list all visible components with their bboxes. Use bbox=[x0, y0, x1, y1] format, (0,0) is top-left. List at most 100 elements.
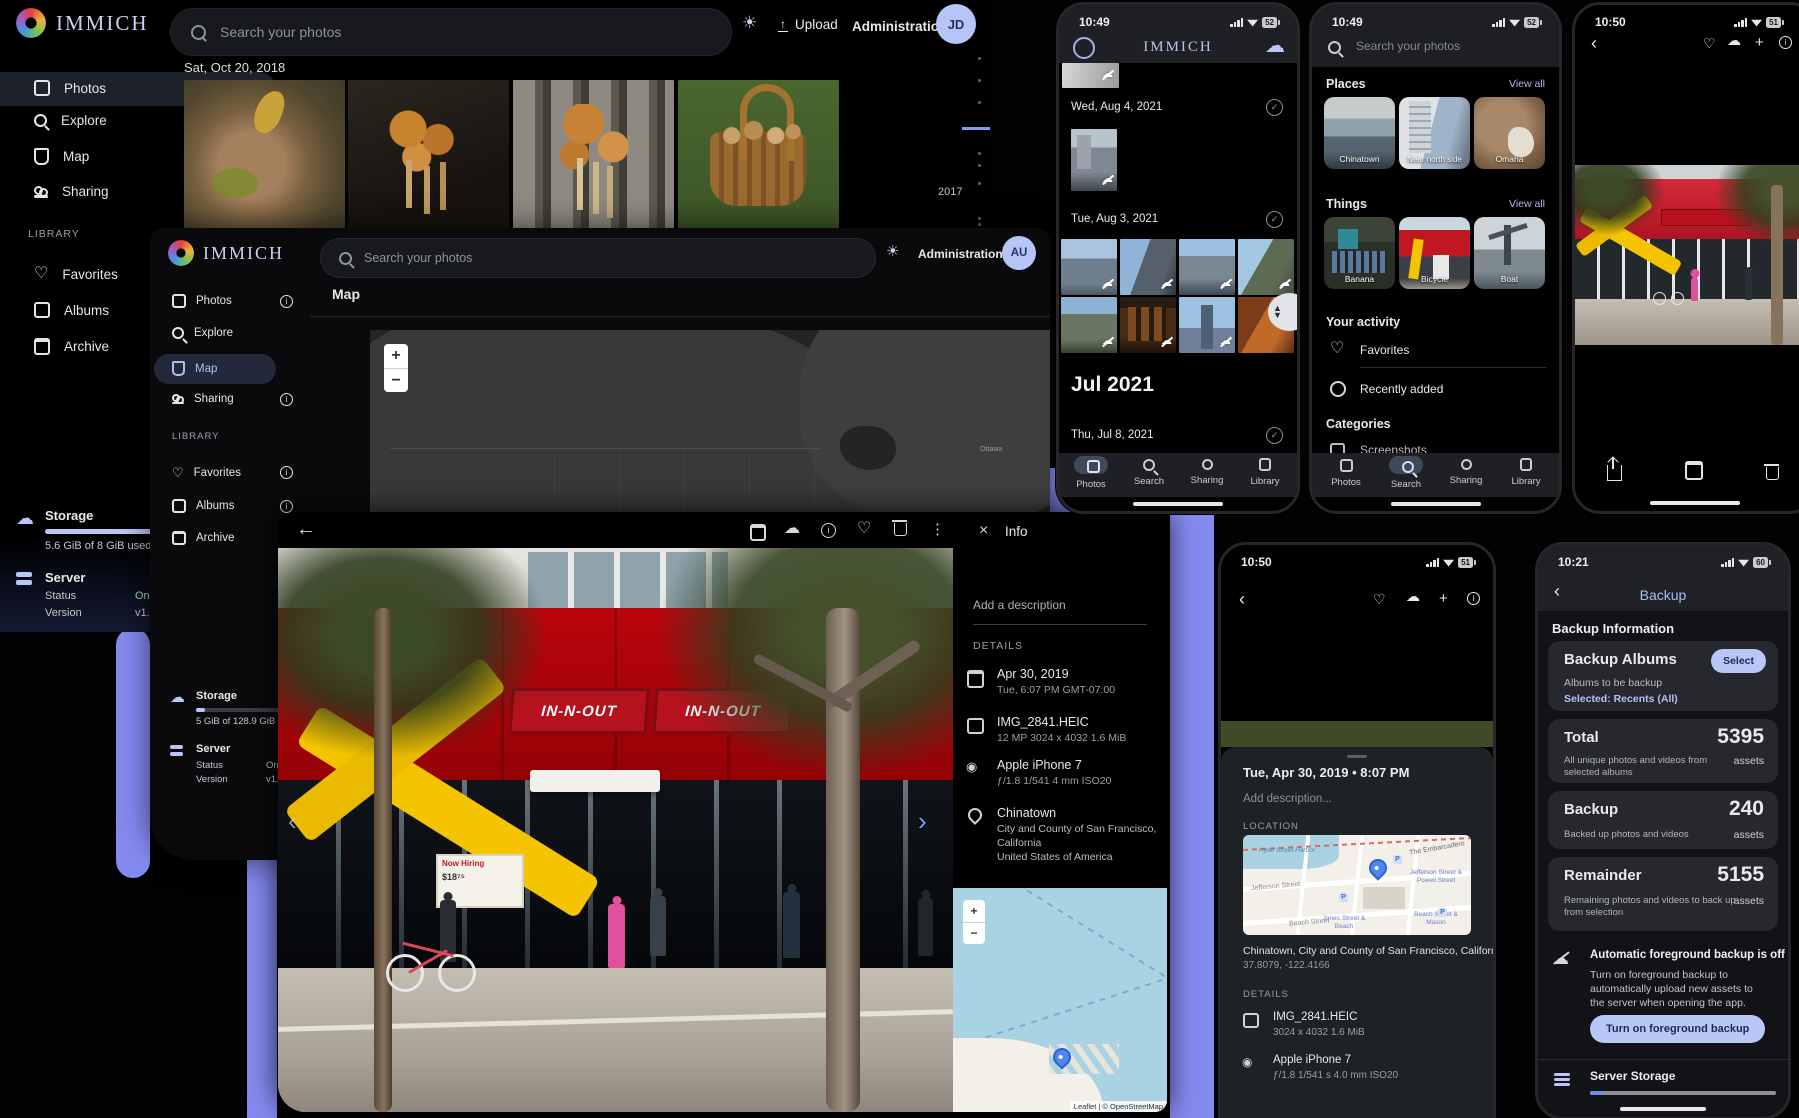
place-card-chinatown[interactable]: Chinatown bbox=[1324, 97, 1395, 169]
photo-thumbnail[interactable] bbox=[513, 80, 674, 228]
info-button[interactable]: i bbox=[821, 523, 836, 538]
upload-cloud-button[interactable]: ☁ bbox=[1406, 588, 1420, 605]
backup-cloud-icon[interactable]: ☁ bbox=[1265, 33, 1285, 58]
share-icon[interactable] bbox=[1607, 465, 1622, 481]
search-input[interactable]: Search your photos bbox=[320, 238, 876, 278]
archive-icon[interactable] bbox=[1685, 461, 1703, 480]
immich-logo[interactable]: IMMICH bbox=[168, 240, 284, 266]
sidebar-item-archive[interactable]: Archive i bbox=[172, 531, 234, 545]
select-day-checkbox[interactable]: ✓ bbox=[1266, 99, 1283, 116]
thing-card-bicycle[interactable]: Bicycle bbox=[1399, 217, 1470, 289]
nav-item-library[interactable]: Library bbox=[1500, 456, 1552, 487]
nav-item-search[interactable]: Search bbox=[1123, 456, 1175, 487]
foreground-enable-button[interactable]: Turn on foreground backup bbox=[1590, 1015, 1765, 1043]
search-input[interactable]: Search your photos bbox=[1356, 39, 1460, 53]
photo-thumbnail[interactable]: ☁ bbox=[1238, 239, 1294, 295]
back-chevron[interactable]: ‹ bbox=[1239, 589, 1245, 610]
back-chevron[interactable]: ‹ bbox=[1591, 33, 1597, 54]
photo-thumbnail[interactable]: ☁ bbox=[1062, 63, 1119, 88]
administration-link[interactable]: Administration bbox=[918, 247, 1003, 261]
sidebar-item-archive[interactable]: Archive i bbox=[34, 338, 109, 355]
photo-thumbnail[interactable]: ☁ bbox=[1179, 239, 1235, 295]
immich-logo[interactable]: IMMICH bbox=[16, 8, 149, 38]
activity-recent[interactable]: Recently added bbox=[1360, 382, 1443, 396]
activity-favorites[interactable]: Favorites bbox=[1360, 343, 1409, 357]
info-button[interactable]: i bbox=[1467, 592, 1480, 605]
sidebar-item-albums[interactable]: Albums i bbox=[34, 302, 109, 318]
favorite-button[interactable]: ♡ bbox=[1373, 592, 1386, 606]
user-avatar[interactable]: JD bbox=[936, 4, 976, 44]
zoom-in-button[interactable]: + bbox=[963, 900, 985, 923]
map-zoom-controls[interactable]: + − bbox=[963, 900, 985, 944]
user-avatar[interactable]: AU bbox=[1002, 236, 1036, 270]
next-photo-chevron[interactable]: › bbox=[918, 806, 927, 837]
home-indicator[interactable] bbox=[1133, 502, 1223, 506]
sheet-handle[interactable] bbox=[1347, 755, 1367, 758]
theme-toggle-icon[interactable]: ☀ bbox=[886, 242, 899, 260]
select-day-checkbox[interactable]: ✓ bbox=[1266, 211, 1283, 228]
delete-icon[interactable] bbox=[1766, 467, 1779, 480]
photo-thumbnail[interactable] bbox=[678, 80, 839, 228]
info-icon[interactable]: i bbox=[280, 393, 293, 406]
favorite-button[interactable]: ♡ bbox=[857, 521, 871, 537]
select-button[interactable]: Select bbox=[1711, 649, 1766, 673]
close-icon[interactable]: × bbox=[979, 522, 988, 540]
more-options-button[interactable]: ⋮ bbox=[930, 520, 945, 538]
map-attribution[interactable]: Leaflet | © OpenStreetMap bbox=[1070, 1101, 1167, 1112]
add-button[interactable]: + bbox=[1439, 590, 1448, 607]
photo-thumbnail[interactable] bbox=[184, 80, 345, 228]
places-view-all[interactable]: View all bbox=[1509, 78, 1545, 90]
search-input[interactable]: Search your photos bbox=[170, 8, 732, 56]
sidebar-item-explore[interactable]: Explore bbox=[34, 113, 107, 128]
archive-button[interactable] bbox=[750, 524, 766, 541]
photo-thumbnail[interactable]: ☁ bbox=[1179, 297, 1235, 353]
nav-item-photos[interactable]: Photos bbox=[1320, 456, 1372, 488]
upload-cloud-button[interactable]: ☁ bbox=[1727, 32, 1741, 49]
thing-card-boat[interactable]: Boat bbox=[1474, 217, 1545, 289]
sidebar-item-map[interactable]: Map bbox=[172, 361, 217, 376]
sidebar-item-map[interactable]: Map bbox=[34, 148, 89, 165]
thing-card-banana[interactable]: Banana bbox=[1324, 217, 1395, 289]
photo-thumbnail[interactable] bbox=[348, 80, 509, 228]
info-icon[interactable]: i bbox=[280, 295, 293, 308]
things-view-all[interactable]: View all bbox=[1509, 198, 1545, 210]
place-card-omaha[interactable]: Omaha bbox=[1474, 97, 1545, 169]
in-n-out-photo-mobile[interactable] bbox=[1575, 165, 1799, 345]
photo-thumbnail[interactable]: ☁ bbox=[1061, 297, 1117, 353]
favorite-button[interactable]: ♡ bbox=[1703, 36, 1716, 50]
photo-thumbnail[interactable]: ☁ bbox=[1120, 297, 1176, 353]
upload-button[interactable]: ↑ Upload bbox=[778, 17, 838, 32]
theme-toggle-icon[interactable]: ☀ bbox=[742, 13, 757, 33]
in-n-out-photo[interactable]: IN-N-OUT IN-N-OUT Now Hiring $18⁷⁵ bbox=[278, 548, 953, 1112]
nav-item-sharing[interactable]: Sharing bbox=[1181, 456, 1233, 486]
info-icon[interactable]: i bbox=[280, 466, 293, 479]
nav-item-library[interactable]: Library bbox=[1239, 456, 1291, 487]
sidebar-item-favorites[interactable]: ♡ Favorites i bbox=[34, 266, 118, 282]
photo-thumbnail[interactable]: ☁ bbox=[1120, 239, 1176, 295]
location-title[interactable]: Chinatown bbox=[997, 806, 1056, 820]
place-card-near-north-side[interactable]: Near north side bbox=[1399, 97, 1470, 169]
back-button[interactable]: ← bbox=[296, 518, 316, 541]
select-day-checkbox[interactable]: ✓ bbox=[1266, 427, 1283, 444]
location-map[interactable]: + − Leaflet | © OpenStreetMap bbox=[953, 888, 1167, 1112]
info-button[interactable]: i bbox=[1779, 36, 1792, 49]
zoom-out-button[interactable]: − bbox=[384, 369, 408, 392]
zoom-in-button[interactable]: + bbox=[384, 344, 408, 369]
sidebar-item-explore[interactable]: Explore bbox=[172, 327, 233, 339]
map-zoom-controls[interactable]: + − bbox=[384, 344, 408, 392]
home-indicator[interactable] bbox=[1391, 502, 1481, 506]
location-map[interactable]: Hyde Street Harbor The Embarcadero Jeffe… bbox=[1243, 835, 1471, 935]
sidebar-item-favorites[interactable]: ♡ Favorites i bbox=[172, 466, 241, 479]
sidebar-item-albums[interactable]: Albums i bbox=[172, 499, 234, 513]
prev-photo-chevron[interactable]: ‹ bbox=[288, 806, 297, 837]
sidebar-item-photos[interactable]: Photos i bbox=[34, 80, 106, 96]
home-indicator[interactable] bbox=[1650, 501, 1740, 505]
home-indicator[interactable] bbox=[1620, 1107, 1706, 1111]
sidebar-item-sharing[interactable]: Sharing i bbox=[172, 393, 234, 405]
photo-thumbnail[interactable]: ☁ bbox=[1061, 239, 1117, 295]
delete-button[interactable] bbox=[894, 523, 907, 536]
add-description-field[interactable]: Add a description bbox=[973, 598, 1066, 612]
timeline-scrubber[interactable]: 2017 bbox=[938, 50, 990, 240]
nav-item-sharing[interactable]: Sharing bbox=[1440, 456, 1492, 486]
sidebar-item-photos[interactable]: Photos i bbox=[172, 294, 232, 308]
